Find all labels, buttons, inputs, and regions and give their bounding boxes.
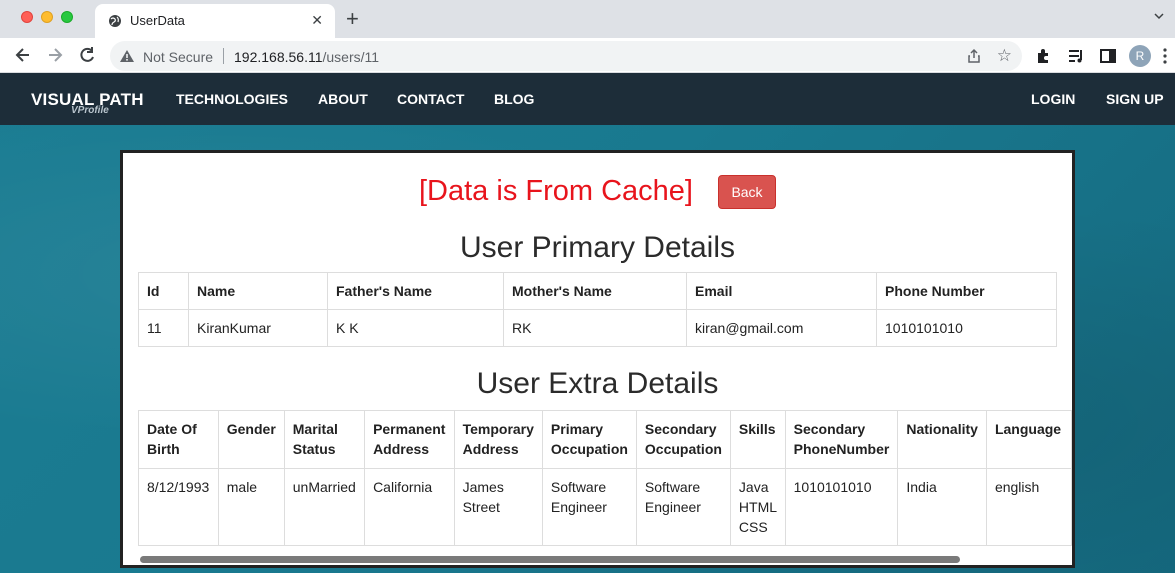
share-icon[interactable] xyxy=(966,48,982,64)
header-skills: Skills xyxy=(729,410,786,469)
nav-blog[interactable]: BLOG xyxy=(494,91,534,107)
cell-secondary-occupation: Software Engineer xyxy=(635,468,731,546)
cell-language: english xyxy=(985,468,1072,546)
header-primary-occupation: Primary Occupation xyxy=(541,410,637,469)
table-header-row: Date Of Birth Gender Marital Status Perm… xyxy=(138,410,1072,469)
site-navbar: VISUAL PATH VProfile TECHNOLOGIES ABOUT … xyxy=(0,73,1175,125)
user-data-card: [Data is From Cache] Back User Primary D… xyxy=(120,150,1075,568)
page-background: VISUAL PATH VProfile TECHNOLOGIES ABOUT … xyxy=(0,73,1175,573)
cell-id: 11 xyxy=(138,309,189,347)
globe-icon xyxy=(109,15,121,27)
cell-date-of-birth: 8/12/1993 xyxy=(138,468,219,546)
window-maximize-button[interactable] xyxy=(61,11,73,23)
header-secondary-phone: Secondary PhoneNumber xyxy=(784,410,899,469)
header-language: Language xyxy=(985,410,1072,469)
extensions-puzzle-icon[interactable] xyxy=(1035,47,1053,65)
header-fathers-name: Father's Name xyxy=(327,272,504,310)
security-label[interactable]: Not Secure xyxy=(143,49,213,65)
cell-primary-occupation: Software Engineer xyxy=(541,468,637,546)
header-permanent-address: Permanent Address xyxy=(364,410,455,469)
primary-details-table: Id Name Father's Name Mother's Name Emai… xyxy=(138,272,1057,347)
nav-contact[interactable]: CONTACT xyxy=(397,91,464,107)
cell-secondary-phone: 1010101010 xyxy=(784,468,899,546)
table-row: 11 KiranKumar K K RK kiran@gmail.com 101… xyxy=(138,309,1057,347)
media-control-icon[interactable] xyxy=(1067,47,1085,65)
more-vertical-icon[interactable] xyxy=(1163,48,1167,64)
url-text[interactable]: 192.168.56.11/users/11 xyxy=(234,49,379,65)
nav-signup[interactable]: SIGN UP xyxy=(1106,91,1164,107)
cell-mothers-name: RK xyxy=(503,309,687,347)
brand-subtitle: VProfile xyxy=(71,105,109,116)
forward-arrow-icon[interactable] xyxy=(45,45,65,65)
cell-phone-number: 1010101010 xyxy=(876,309,1057,347)
header-nationality: Nationality xyxy=(897,410,987,469)
horizontal-scrollbar[interactable] xyxy=(140,556,960,563)
browser-tab[interactable]: UserData ✕ xyxy=(95,4,335,38)
extra-details-title: User Extra Details xyxy=(476,367,719,400)
nav-about[interactable]: ABOUT xyxy=(318,91,368,107)
back-arrow-icon[interactable] xyxy=(13,45,33,65)
primary-details-title: User Primary Details xyxy=(459,231,736,264)
browser-toolbar: Not Secure 192.168.56.11/users/11 ☆ R xyxy=(0,38,1175,73)
cell-permanent-address: California xyxy=(364,468,455,546)
chevron-down-icon[interactable] xyxy=(1153,10,1165,22)
address-divider xyxy=(223,48,224,64)
window-close-button[interactable] xyxy=(21,11,33,23)
profile-avatar[interactable]: R xyxy=(1129,45,1151,67)
cell-nationality: India xyxy=(897,468,987,546)
back-button[interactable]: Back xyxy=(718,175,776,209)
cell-gender: male xyxy=(217,468,285,546)
cache-header: [Data is From Cache] Back xyxy=(123,173,1072,213)
header-email: Email xyxy=(686,272,877,310)
cell-marital-status: unMarried xyxy=(283,468,366,546)
side-panel-icon[interactable] xyxy=(1099,47,1117,65)
cell-skills: Java HTML CSS xyxy=(729,468,786,546)
cache-message: [Data is From Cache] xyxy=(419,175,693,207)
cell-email: kiran@gmail.com xyxy=(686,309,877,347)
nav-technologies[interactable]: TECHNOLOGIES xyxy=(176,91,288,107)
header-marital-status: Marital Status xyxy=(283,410,366,469)
header-id: Id xyxy=(138,272,189,310)
url-path: /users/11 xyxy=(322,49,380,65)
browser-tab-bar: UserData ✕ + xyxy=(0,0,1175,38)
nav-login[interactable]: LOGIN xyxy=(1031,91,1075,107)
cell-temporary-address: James Street xyxy=(453,468,543,546)
cell-name: KiranKumar xyxy=(188,309,328,347)
address-bar[interactable]: Not Secure 192.168.56.11/users/11 ☆ xyxy=(110,41,1022,71)
window-minimize-button[interactable] xyxy=(41,11,53,23)
header-gender: Gender xyxy=(217,410,285,469)
header-secondary-occupation: Secondary Occupation xyxy=(635,410,731,469)
header-temporary-address: Temporary Address xyxy=(453,410,543,469)
table-row: 8/12/1993 male unMarried California Jame… xyxy=(138,468,1072,546)
table-header-row: Id Name Father's Name Mother's Name Emai… xyxy=(138,272,1057,310)
cell-fathers-name: K K xyxy=(327,309,504,347)
header-name: Name xyxy=(188,272,328,310)
warning-icon[interactable] xyxy=(119,49,135,63)
tab-title: UserData xyxy=(130,13,185,28)
header-phone-number: Phone Number xyxy=(876,272,1057,310)
new-tab-icon[interactable]: + xyxy=(346,6,359,32)
reload-icon[interactable] xyxy=(77,45,97,65)
bookmark-star-icon[interactable]: ☆ xyxy=(997,47,1012,65)
header-mothers-name: Mother's Name xyxy=(503,272,687,310)
extra-details-table: Date Of Birth Gender Marital Status Perm… xyxy=(138,410,1072,546)
header-date-of-birth: Date Of Birth xyxy=(138,410,219,469)
url-host: 192.168.56.11 xyxy=(234,49,323,65)
tab-close-icon[interactable]: ✕ xyxy=(311,12,323,28)
